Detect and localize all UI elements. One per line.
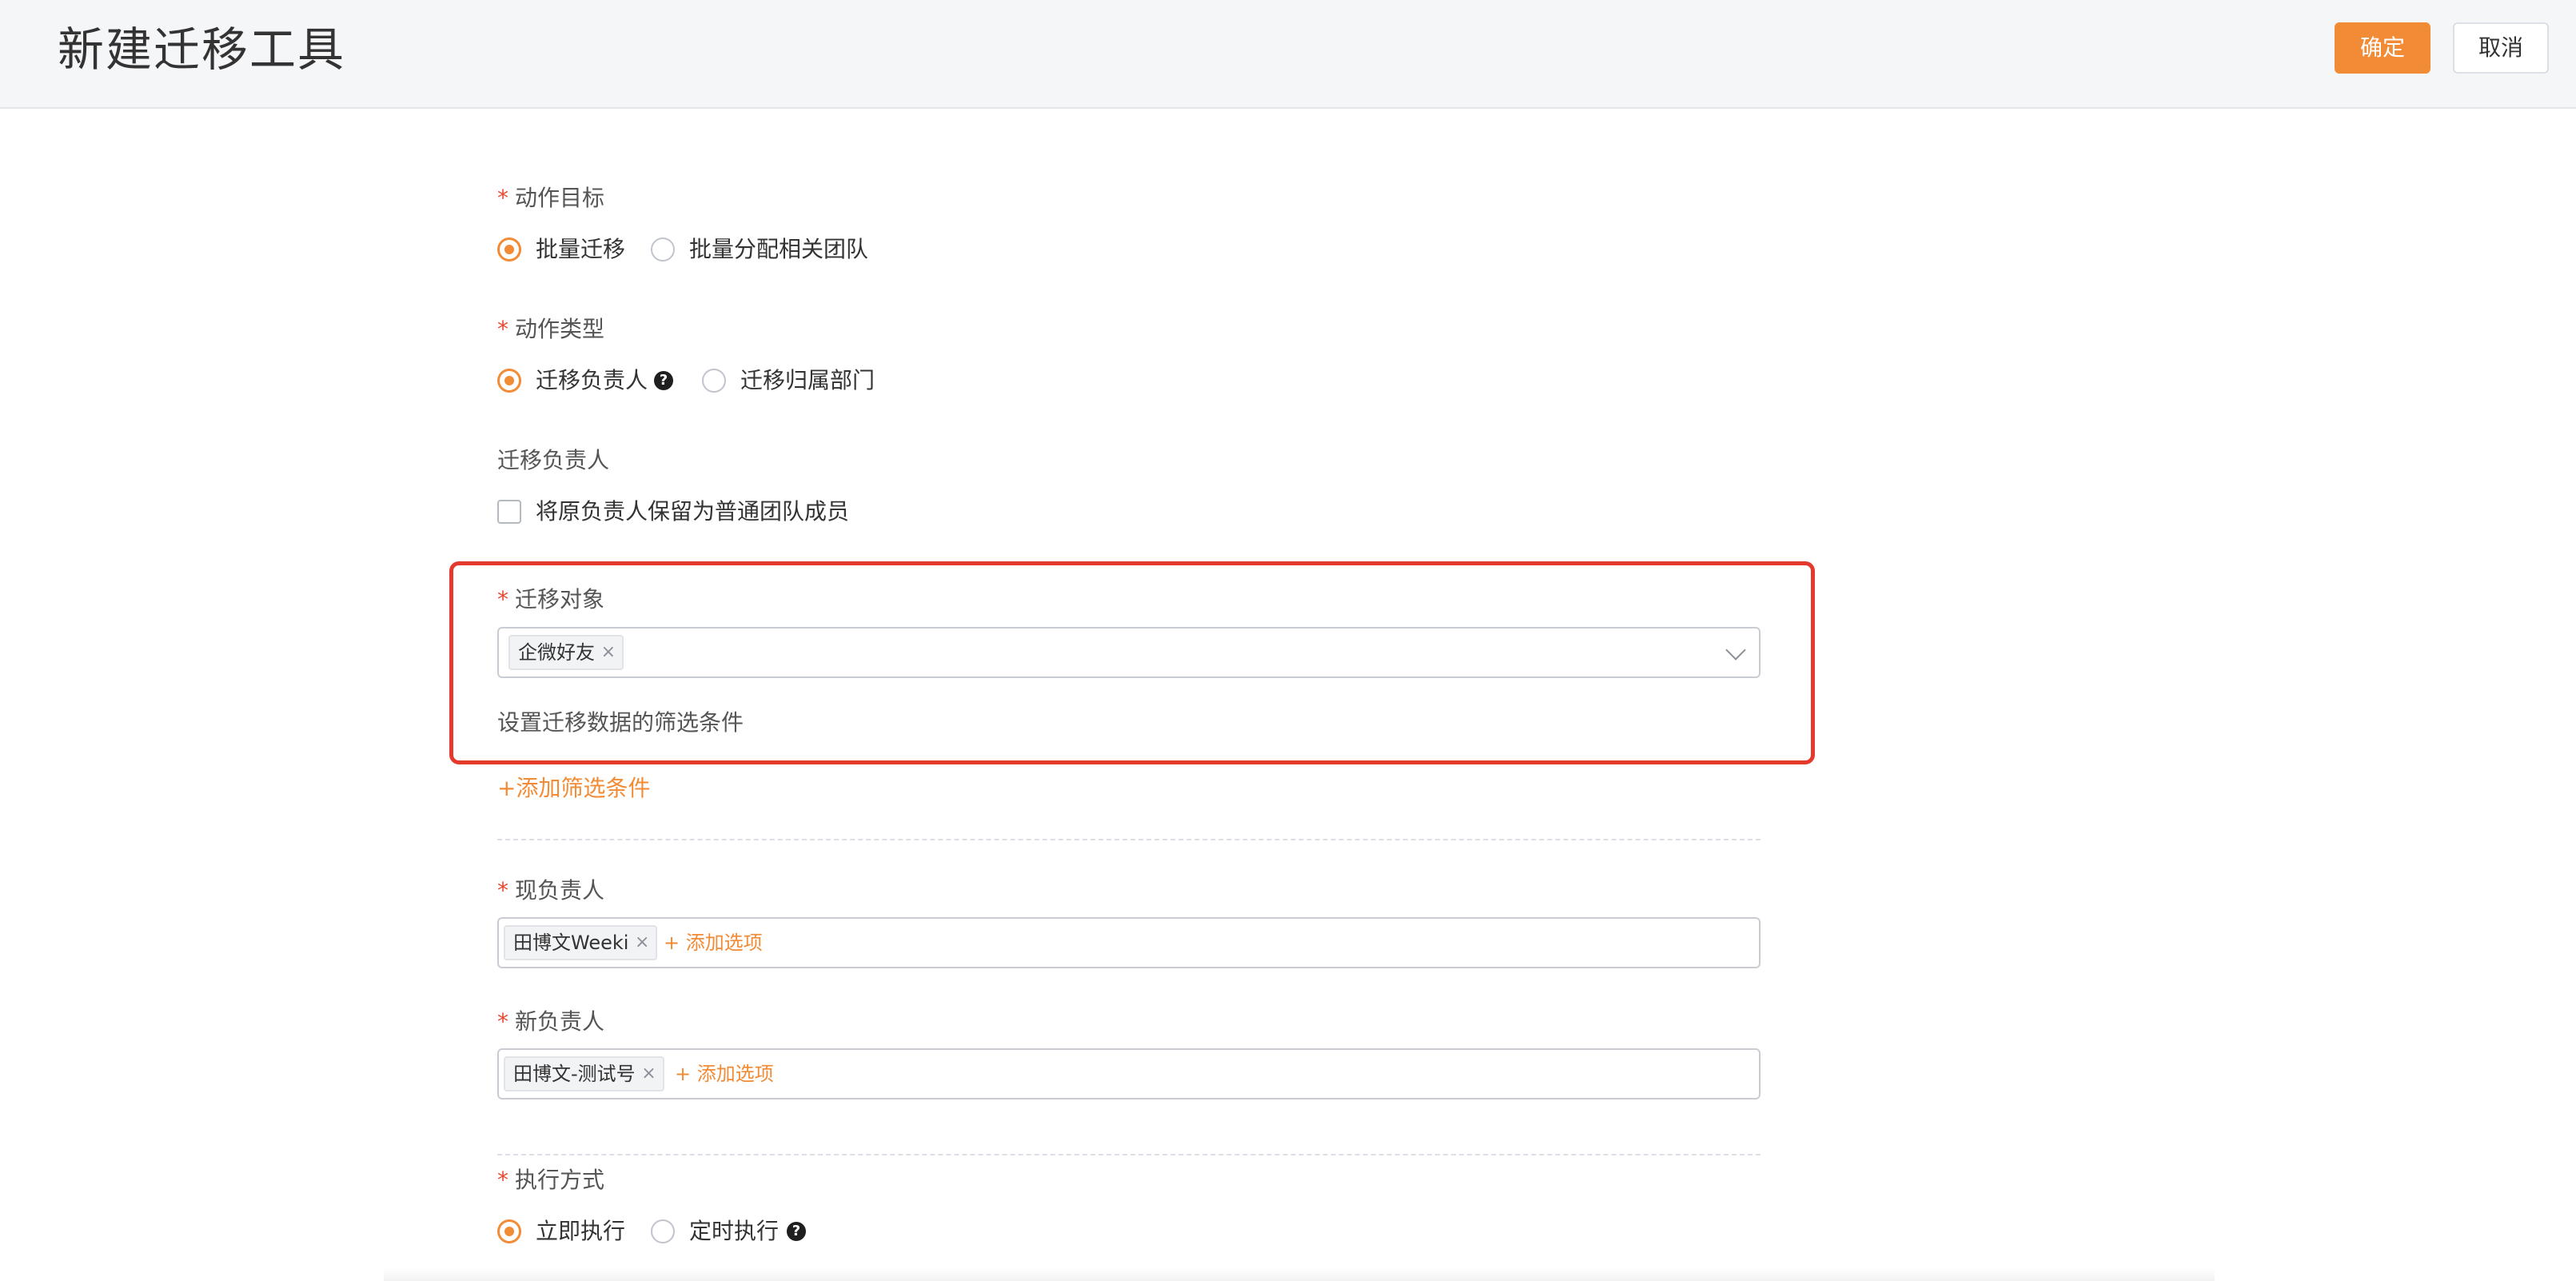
required-mark: * [497, 185, 508, 211]
migrate-object-tag: 企微好友 × [508, 635, 624, 670]
keep-owner-checkbox[interactable] [497, 500, 521, 524]
tag-label: 田博文-测试号 [513, 1063, 636, 1085]
page-header: 新建迁移工具 确定 取消 [0, 0, 2576, 109]
required-mark: * [497, 316, 508, 342]
current-owner-tag: 田博文Weeki × [504, 925, 658, 960]
new-owner-label: * 新负责人 [497, 1006, 604, 1038]
required-mark: * [497, 877, 508, 904]
page-title: 新建迁移工具 [58, 22, 346, 77]
new-owner-label-text: 新负责人 [515, 1008, 605, 1035]
option-execute-now-label[interactable]: 立即执行 [536, 1215, 625, 1247]
action-target-label-text: 动作目标 [515, 185, 605, 211]
section-divider [497, 1154, 1761, 1155]
tag-label: 企微好友 [518, 641, 595, 664]
confirm-button[interactable]: 确定 [2335, 22, 2430, 74]
bottom-shadow [384, 1268, 2215, 1281]
close-icon[interactable]: × [601, 637, 616, 668]
action-target-label: * 动作目标 [497, 182, 604, 214]
new-owner-input[interactable]: 田博文-测试号 × + 添加选项 [497, 1048, 1761, 1099]
radio-migrate-owner[interactable] [497, 369, 521, 393]
question-circle-icon[interactable]: ? [654, 371, 673, 390]
execution-mode-label: * 执行方式 [497, 1164, 604, 1196]
required-mark: * [497, 1008, 508, 1035]
option-batch-migrate-label[interactable]: 批量迁移 [536, 233, 625, 265]
migrate-object-label-text: 迁移对象 [515, 586, 605, 613]
cancel-button[interactable]: 取消 [2453, 22, 2549, 74]
migrate-owner-label: 迁移负责人 [497, 447, 610, 473]
keep-owner-checkbox-label[interactable]: 将原负责人保留为普通团队成员 [536, 496, 849, 528]
radio-batch-assign-team[interactable] [651, 237, 675, 261]
radio-execute-now[interactable] [497, 1219, 521, 1243]
current-owner-label-text: 现负责人 [515, 877, 605, 904]
close-icon[interactable]: × [635, 927, 649, 959]
new-owner-tag: 田博文-测试号 × [504, 1056, 664, 1091]
question-circle-icon[interactable]: ? [787, 1222, 806, 1241]
action-type-label: * 动作类型 [497, 313, 604, 345]
radio-batch-migrate[interactable] [497, 237, 521, 261]
tag-label: 田博文Weeki [513, 932, 629, 954]
add-filter-link[interactable]: +添加筛选条件 [497, 772, 650, 804]
execution-mode-label-text: 执行方式 [515, 1167, 605, 1193]
current-owner-input[interactable]: 田博文Weeki × + 添加选项 [497, 917, 1761, 968]
migrate-object-select[interactable]: 企微好友 × [497, 627, 1761, 678]
radio-execute-scheduled[interactable] [651, 1219, 675, 1243]
option-batch-assign-team-label[interactable]: 批量分配相关团队 [689, 233, 868, 265]
radio-migrate-department[interactable] [702, 369, 726, 393]
add-option-link[interactable]: + 添加选项 [675, 1058, 774, 1090]
required-mark: * [497, 586, 508, 613]
option-migrate-department-label[interactable]: 迁移归属部门 [740, 365, 875, 397]
chevron-down-icon[interactable] [1725, 640, 1746, 660]
option-execute-scheduled-label[interactable]: 定时执行 [689, 1215, 779, 1247]
option-migrate-owner-label[interactable]: 迁移负责人 [536, 365, 648, 397]
required-mark: * [497, 1167, 508, 1193]
section-divider [497, 839, 1761, 840]
migrate-object-label: * 迁移对象 [497, 584, 604, 616]
current-owner-label: * 现负责人 [497, 875, 604, 907]
close-icon[interactable]: × [641, 1058, 656, 1090]
action-type-label-text: 动作类型 [515, 316, 605, 342]
filter-hint: 设置迁移数据的筛选条件 [497, 709, 744, 736]
add-option-link[interactable]: + 添加选项 [664, 927, 763, 959]
